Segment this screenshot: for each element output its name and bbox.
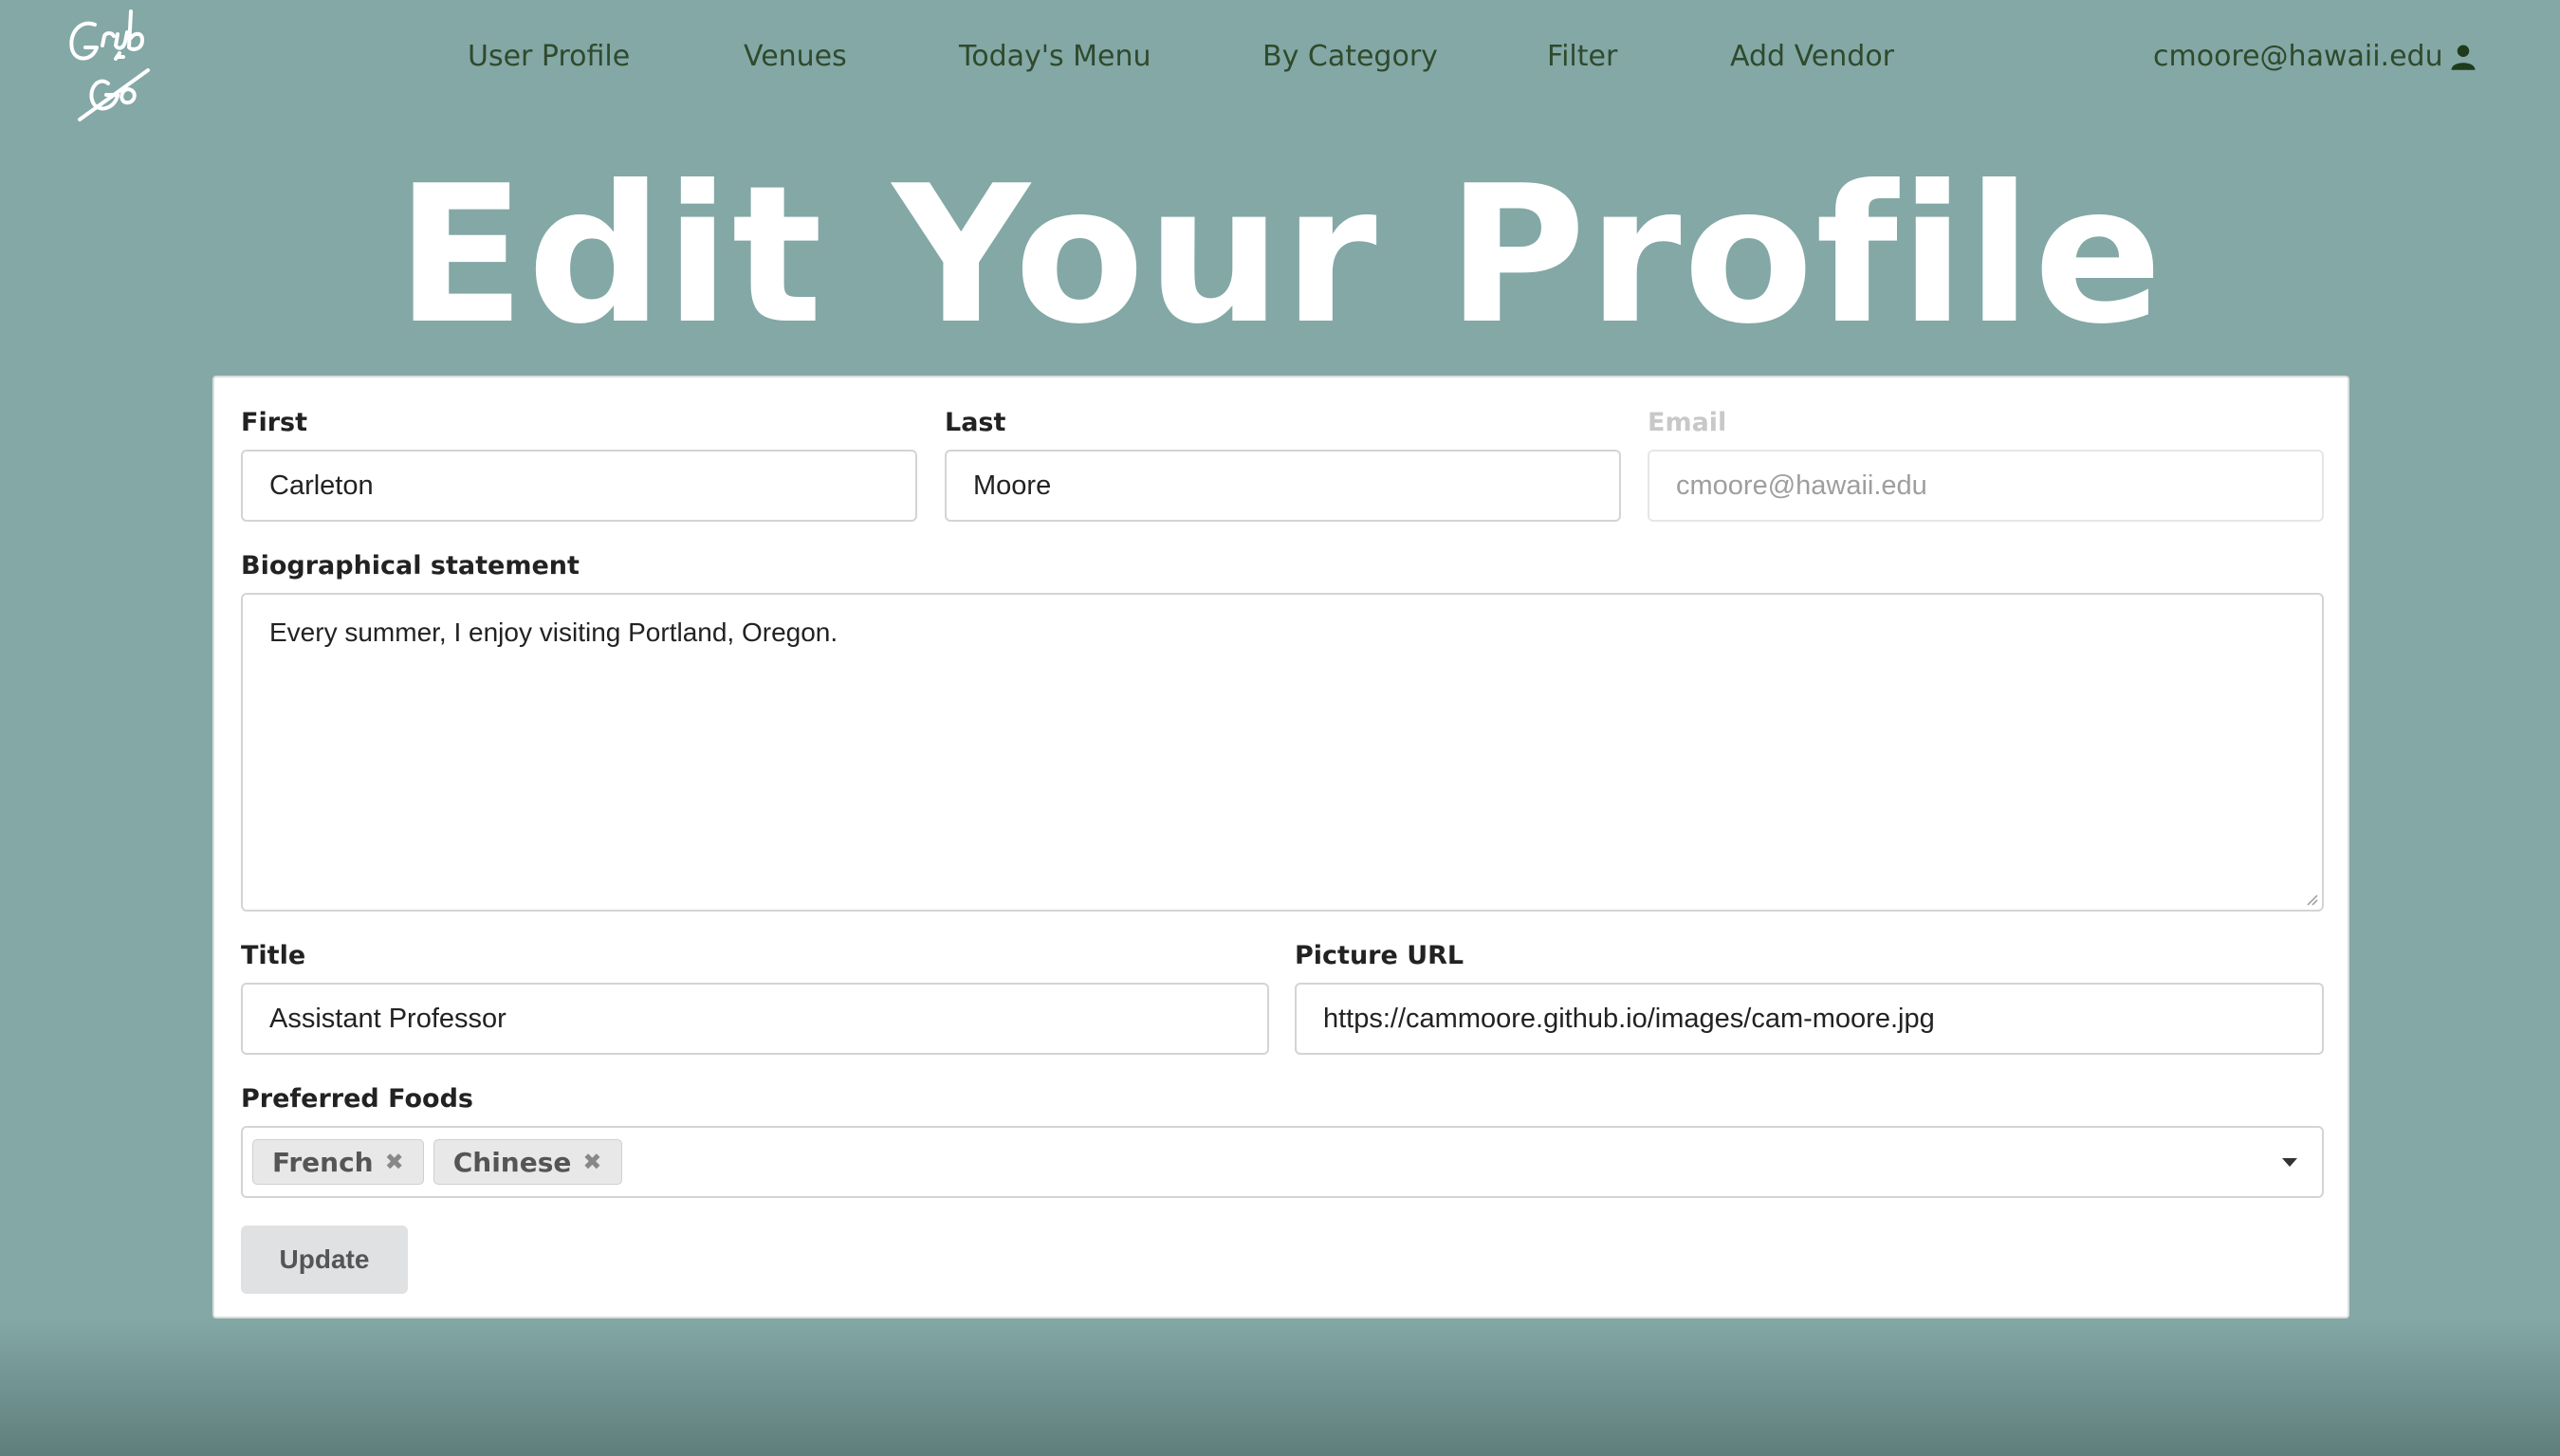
nav-venues[interactable]: Venues bbox=[744, 40, 847, 73]
user-menu[interactable]: cmoore@hawaii.edu bbox=[2153, 40, 2477, 73]
resize-grip-icon[interactable] bbox=[2303, 891, 2318, 906]
chip-label: French bbox=[272, 1146, 374, 1178]
first-name-input[interactable]: Carleton bbox=[241, 450, 917, 522]
preferred-foods-select[interactable]: French ✖ Chinese ✖ bbox=[241, 1126, 2324, 1198]
nav-by-category[interactable]: By Category bbox=[1262, 40, 1438, 73]
first-name-label: First bbox=[241, 408, 307, 437]
picture-url-label: Picture URL bbox=[1295, 941, 1464, 970]
nav-todays-menu[interactable]: Today's Menu bbox=[959, 40, 1151, 73]
last-name-input[interactable]: Moore bbox=[945, 450, 1621, 522]
user-email: cmoore@hawaii.edu bbox=[2153, 40, 2443, 73]
food-chip-chinese: Chinese ✖ bbox=[433, 1139, 622, 1185]
email-input: cmoore@hawaii.edu bbox=[1648, 450, 2324, 522]
dropdown-caret-icon[interactable] bbox=[2282, 1158, 2297, 1167]
picture-url-input[interactable]: https://cammoore.github.io/images/cam-mo… bbox=[1295, 983, 2324, 1055]
update-button[interactable]: Update bbox=[241, 1226, 408, 1294]
user-icon bbox=[2451, 45, 2476, 70]
edit-profile-form: First Carleton Last Moore Email cmoore@h… bbox=[212, 376, 2349, 1318]
bio-text: Every summer, I enjoy visiting Portland,… bbox=[269, 617, 838, 647]
last-name-label: Last bbox=[945, 408, 1006, 437]
remove-chip-icon[interactable]: ✖ bbox=[582, 1149, 601, 1175]
nav-add-vendor[interactable]: Add Vendor bbox=[1730, 40, 1894, 73]
nav-filter[interactable]: Filter bbox=[1547, 40, 1617, 73]
chip-label: Chinese bbox=[452, 1146, 572, 1178]
bio-textarea[interactable]: Every summer, I enjoy visiting Portland,… bbox=[241, 593, 2324, 912]
email-label: Email bbox=[1648, 408, 1727, 437]
nav-user-profile[interactable]: User Profile bbox=[468, 40, 630, 73]
title-label: Title bbox=[241, 941, 306, 970]
preferred-foods-label: Preferred Foods bbox=[241, 1084, 473, 1114]
food-chip-french: French ✖ bbox=[252, 1139, 424, 1185]
page-title: Edit Your Profile bbox=[396, 145, 2164, 366]
top-nav: User Profile Venues Today's Menu By Cate… bbox=[0, 40, 2560, 87]
bio-label: Biographical statement bbox=[241, 551, 580, 581]
remove-chip-icon[interactable]: ✖ bbox=[385, 1149, 404, 1175]
title-input[interactable]: Assistant Professor bbox=[241, 983, 1269, 1055]
